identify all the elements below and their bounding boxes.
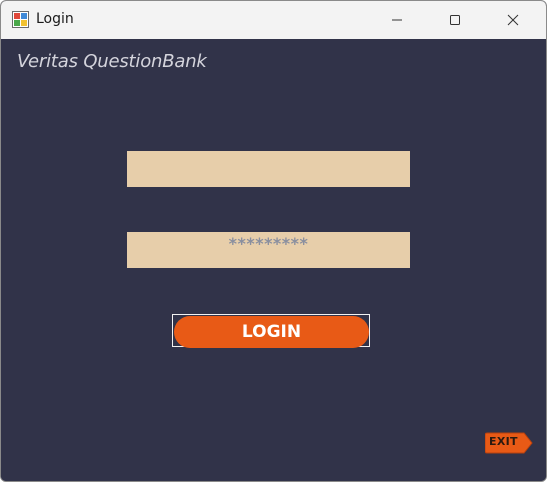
close-icon — [507, 14, 519, 26]
maximize-button[interactable] — [432, 1, 478, 39]
title-bar[interactable]: Login — [1, 1, 546, 39]
form-client-area: Veritas QuestionBank ********* LOGIN EXI… — [1, 39, 546, 481]
app-icon — [12, 11, 29, 28]
exit-button[interactable]: EXIT — [484, 432, 533, 454]
close-button[interactable] — [490, 1, 536, 39]
username-field[interactable] — [127, 151, 410, 187]
minimize-button[interactable] — [374, 1, 420, 39]
login-button[interactable]: LOGIN — [174, 316, 369, 348]
maximize-icon — [450, 15, 460, 25]
login-window: Login Veritas QuestionBank ********* LOG… — [0, 0, 547, 482]
brand-title: Veritas QuestionBank — [17, 51, 207, 72]
password-mask-text: ********* — [228, 234, 309, 253]
password-field[interactable]: ********* — [127, 232, 410, 268]
window-title: Login — [36, 11, 74, 27]
minimize-icon — [392, 19, 402, 21]
exit-label: EXIT — [489, 435, 518, 448]
